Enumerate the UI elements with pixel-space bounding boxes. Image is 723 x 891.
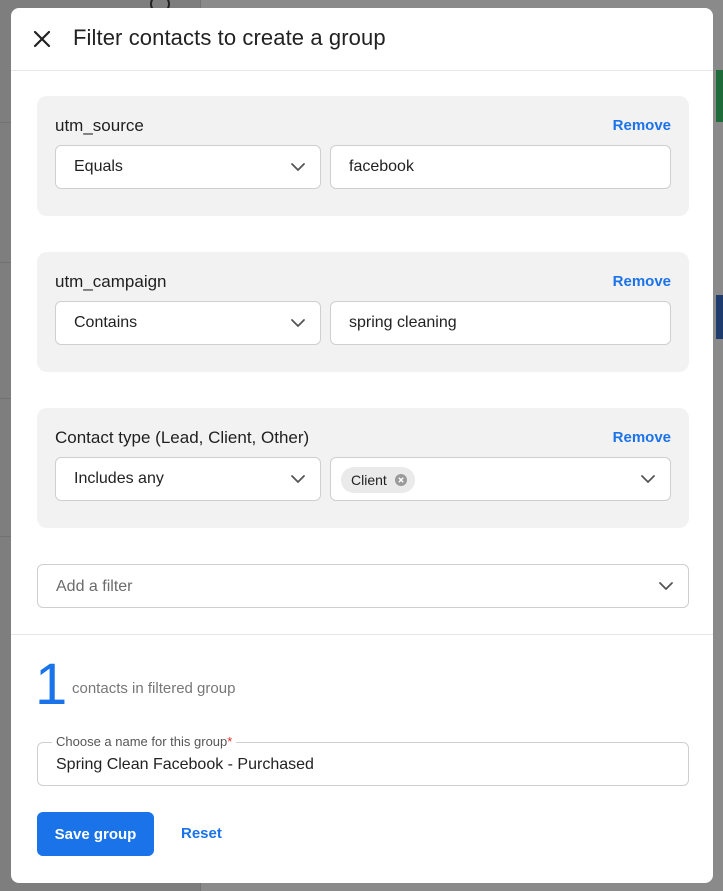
filter-label: utm_source (55, 116, 144, 135)
contact-count: 1 (35, 652, 68, 717)
group-name-label-text: Choose a name for this group (56, 734, 228, 749)
chevron-down-icon (291, 475, 305, 483)
remove-filter-button[interactable]: Remove (613, 429, 671, 446)
chevron-down-icon (659, 582, 673, 590)
operator-select[interactable]: Contains (55, 301, 321, 345)
filter-label: utm_campaign (55, 272, 167, 291)
dialog-header: Filter contacts to create a group (11, 8, 713, 71)
operator-select[interactable]: Includes any (55, 457, 321, 501)
filter-card-utm-campaign: utm_campaign Remove Contains spring clea… (37, 252, 689, 372)
operator-select[interactable]: Equals (55, 145, 321, 189)
section-divider (11, 634, 713, 635)
filter-card-contact-type: Contact type (Lead, Client, Other) Remov… (37, 408, 689, 528)
remove-filter-button[interactable]: Remove (613, 273, 671, 290)
chevron-down-icon (291, 319, 305, 327)
filter-dialog: Filter contacts to create a group utm_so… (11, 8, 713, 883)
group-name-label: Choose a name for this group* (52, 734, 237, 750)
group-name-value: Spring Clean Facebook - Purchased (56, 756, 314, 773)
group-name-field[interactable]: Choose a name for this group* Spring Cle… (37, 734, 689, 786)
chevron-down-icon (641, 475, 655, 483)
operator-value: Contains (74, 314, 138, 331)
filter-value-input[interactable]: facebook (330, 145, 671, 189)
required-mark: * (227, 734, 233, 749)
multi-select-input[interactable]: Client (330, 457, 671, 501)
chip-label: Client (351, 472, 387, 488)
filter-card-utm-source: utm_source Remove Equals facebook (37, 96, 689, 216)
add-filter-placeholder: Add a filter (56, 578, 133, 595)
contact-count-label: contacts in filtered group (72, 680, 236, 697)
save-group-button[interactable]: Save group (37, 812, 154, 856)
filter-value-input[interactable]: spring cleaning (330, 301, 671, 345)
close-icon[interactable] (29, 26, 55, 52)
reset-button[interactable]: Reset (181, 825, 222, 842)
background-blue-block (716, 295, 723, 339)
filter-label: Contact type (Lead, Client, Other) (55, 428, 310, 447)
filter-value-text: facebook (349, 158, 414, 175)
background-green-block (716, 70, 723, 122)
clear-chip-icon[interactable] (394, 474, 407, 486)
operator-value: Equals (74, 158, 123, 175)
add-filter-select[interactable]: Add a filter (37, 564, 689, 608)
remove-filter-button[interactable]: Remove (613, 117, 671, 134)
filter-value-text: spring cleaning (349, 314, 457, 331)
dialog-title: Filter contacts to create a group (73, 25, 386, 50)
selected-chip: Client (341, 467, 415, 493)
operator-value: Includes any (74, 470, 164, 487)
chevron-down-icon (291, 163, 305, 171)
